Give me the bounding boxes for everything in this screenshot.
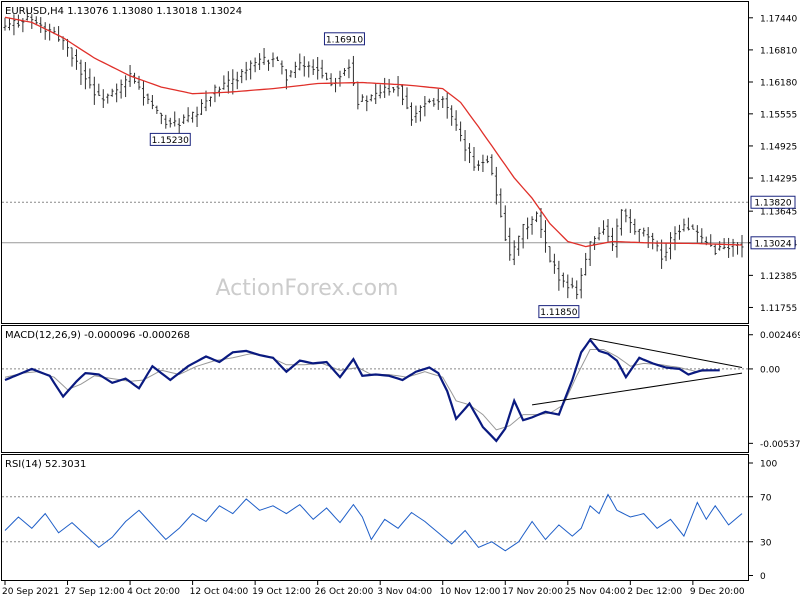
price-y-tick-label: 1.16180 [760, 78, 797, 88]
rsi-panel-frame [1, 454, 749, 581]
price-y-tick-label: 1.17440 [760, 14, 797, 24]
x-tick-label: 10 Nov 12:00 [440, 587, 501, 597]
x-tick-label: 9 Dec 20:00 [690, 587, 745, 597]
price-y-tick-label: 1.11755 [760, 304, 797, 314]
price-y-tick-label: 1.16810 [760, 46, 797, 56]
x-tick-label: 12 Oct 04:00 [190, 587, 249, 597]
x-tick-label: 17 Nov 20:00 [502, 587, 563, 597]
x-tick-label: 25 Nov 04:00 [565, 587, 626, 597]
resistance-level-label: 1.13820 [754, 199, 791, 209]
x-tick-label: 2 Dec 12:00 [627, 587, 682, 597]
x-tick-label: 19 Oct 12:00 [252, 587, 311, 597]
rsi-y-tick-label: 70 [760, 493, 772, 503]
x-tick-label: 4 Oct 20:00 [127, 587, 180, 597]
macd-y-tick-label: -0.005375 [760, 440, 800, 450]
swing-level-label: 1.16910 [326, 35, 363, 45]
rsi-y-tick-label: 100 [760, 460, 777, 470]
chart-root: ActionForex.com 1.17440 1.16810 1.16180 1.1… [1, 1, 800, 597]
swing-level-label: 1.15230 [152, 136, 189, 146]
price-y-tick-label: 1.13645 [760, 208, 797, 218]
x-axis: 20 Sep 2021 27 Sep 12:00 4 Oct 20:00 12 Oct… [2, 581, 745, 597]
rsi-y-tick-label: 0 [760, 572, 766, 582]
price-y-tick-label: 1.12385 [760, 272, 797, 282]
watermark: ActionForex.com [216, 276, 399, 301]
price-panel-title: EURUSD,H4 1.13076 1.13080 1.13018 1.1302… [5, 6, 242, 17]
price-y-tick-label: 1.15555 [760, 110, 797, 120]
rsi-y-tick-label: 30 [760, 538, 772, 548]
price-y-tick-label: 1.14925 [760, 142, 797, 152]
x-tick-label: 20 Sep 2021 [2, 587, 59, 597]
macd-y-tick-label: 0.002469 [760, 331, 800, 341]
x-tick-label: 3 Nov 04:00 [377, 587, 432, 597]
macd-y-tick-label: 0.00 [760, 365, 780, 375]
rsi-panel-title: RSI(14) 52.3031 [5, 459, 86, 470]
current-price-label: 1.13024 [754, 239, 791, 249]
x-tick-label: 26 Oct 20:00 [315, 587, 374, 597]
price-y-tick-label: 1.14295 [760, 175, 797, 185]
x-tick-label: 27 Sep 12:00 [65, 587, 125, 597]
macd-panel-title: MACD(12,26,9) -0.000096 -0.000268 [5, 330, 190, 341]
swing-level-label: 1.11850 [540, 308, 577, 318]
